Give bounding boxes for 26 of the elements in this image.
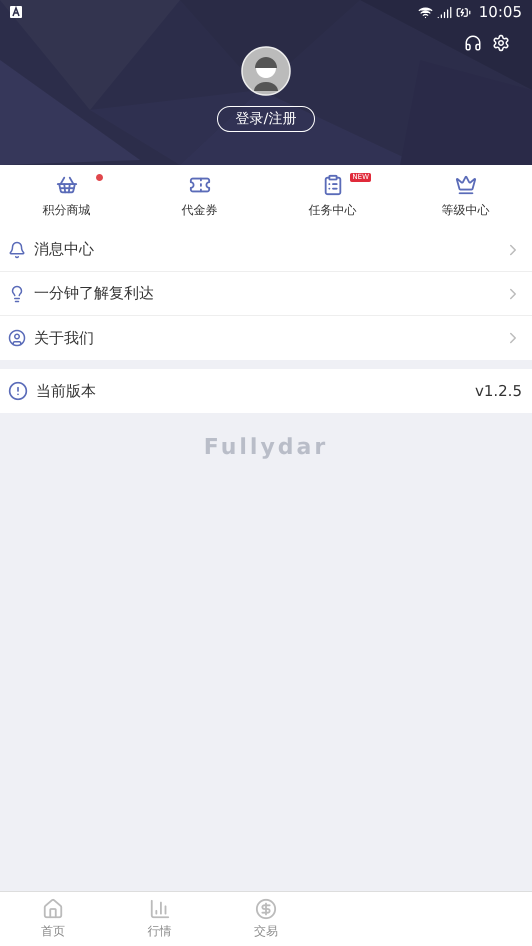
settings-icon[interactable] <box>492 34 510 52</box>
user-icon <box>8 329 26 347</box>
notification-dot <box>96 174 103 181</box>
notification-icon <box>10 6 22 18</box>
version-number: v1.2.5 <box>474 382 522 400</box>
quick-link-label[interactable]: 等级中心 <box>442 202 490 219</box>
signal-icon <box>436 4 452 20</box>
bar-chart-icon <box>148 898 171 920</box>
nav-tab[interactable]: 交易 <box>212 892 320 946</box>
wifi-icon <box>418 4 433 20</box>
info-icon <box>8 381 28 401</box>
version-label: 当前版本 <box>36 382 97 400</box>
crown-icon[interactable] <box>454 174 476 196</box>
bell-icon <box>8 240 26 258</box>
login-button[interactable]: 登录/注册 <box>216 106 316 132</box>
quick-link-label[interactable]: 任务中心 <box>308 202 356 219</box>
dollar-icon <box>254 898 277 920</box>
avatar[interactable] <box>241 46 291 96</box>
clock: 10:05 <box>478 3 522 21</box>
basket-icon[interactable] <box>56 174 78 196</box>
home-icon <box>42 898 64 920</box>
quick-link-label[interactable]: 代金券 <box>182 202 218 219</box>
quick-link-label[interactable]: 积分商城 <box>42 202 90 219</box>
headset-icon[interactable] <box>464 34 482 52</box>
nav-tab[interactable]: 行情 <box>106 892 213 946</box>
nav-tab[interactable]: 首页 <box>0 892 106 946</box>
